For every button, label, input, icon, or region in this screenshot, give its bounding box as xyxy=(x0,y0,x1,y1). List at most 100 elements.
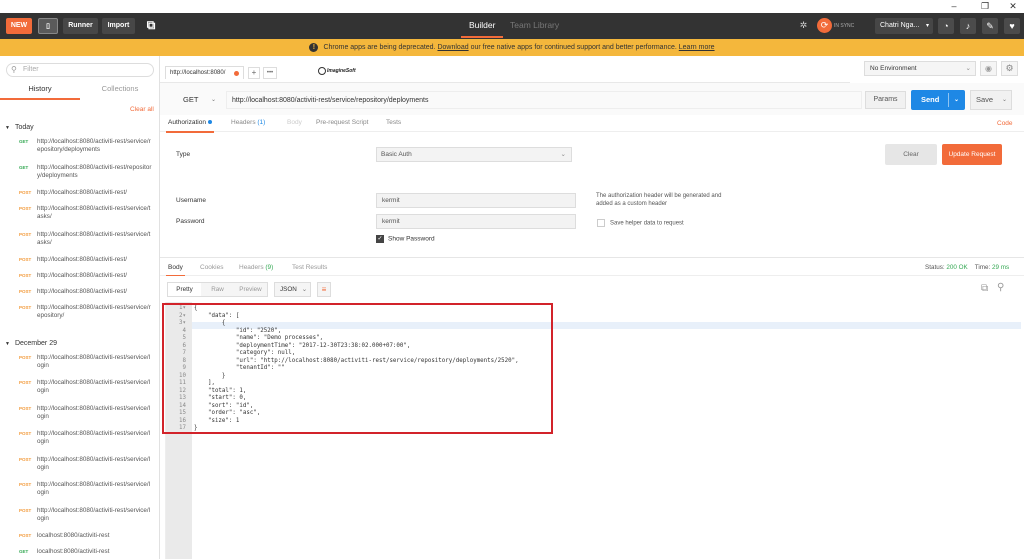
history-url: http://localhost:8080/activiti-rest/serv… xyxy=(37,230,151,246)
auth-type-select[interactable]: Basic Auth ⌄ xyxy=(376,147,572,162)
restore-icon[interactable]: ❐ xyxy=(977,1,993,12)
history-url: http://localhost:8080/activiti-rest/serv… xyxy=(37,205,151,220)
method-badge: POST xyxy=(19,507,32,513)
history-group-label[interactable]: ▼ Today xyxy=(5,124,34,131)
tab-response-headers[interactable]: Headers (9) xyxy=(239,264,273,271)
preview-button[interactable]: Preview xyxy=(234,283,267,296)
code-link[interactable]: Code xyxy=(997,120,1013,127)
method-badge: POST xyxy=(19,273,32,278)
window-title-bar: – ❐ ✕ xyxy=(0,0,1024,13)
save-helper-checkbox[interactable]: Save helper data to request xyxy=(597,219,684,227)
bell-icon[interactable]: ♪ xyxy=(960,18,976,34)
more-tabs-button[interactable]: ••• xyxy=(263,67,277,79)
type-label: Type xyxy=(176,151,191,158)
tab-authorization[interactable]: Authorization xyxy=(166,119,214,133)
method-badge: POST xyxy=(19,533,32,538)
history-url: http://localhost:8080/activiti-rest/ xyxy=(37,189,127,196)
password-label: Password xyxy=(176,218,205,225)
tab-tests[interactable]: Tests xyxy=(386,119,401,126)
username-field[interactable]: kermit xyxy=(376,193,576,208)
method-badge: POST xyxy=(19,305,32,310)
tab-builder[interactable]: Builder xyxy=(460,20,505,38)
download-link[interactable]: Download xyxy=(437,44,468,51)
history-url: http://localhost:8080/activiti-rest/serv… xyxy=(37,481,151,496)
imaginesoft-logo: ImagineSoft xyxy=(318,66,363,77)
banner-text-middle: our free native apps for continued suppo… xyxy=(470,44,677,51)
params-button[interactable]: Params xyxy=(865,91,906,109)
method-badge: POST xyxy=(19,456,32,462)
sync-icon[interactable]: ⟳ xyxy=(817,18,832,33)
copy-icon[interactable]: ⧉ xyxy=(981,283,993,295)
method-badge: GET xyxy=(19,139,29,144)
user-menu[interactable]: Chatri Nga... ▾ xyxy=(875,18,933,34)
tab-cookies[interactable]: Cookies xyxy=(200,264,223,271)
wrap-lines-icon[interactable]: ≡ xyxy=(317,282,331,297)
tab-collections[interactable]: Collections xyxy=(80,84,160,100)
method-badge: POST xyxy=(19,380,32,385)
chevron-down-icon: ⌄ xyxy=(965,65,971,72)
method-badge: POST xyxy=(19,190,32,195)
tab-test-results[interactable]: Test Results xyxy=(292,264,327,271)
response-tabs: Body Cookies Headers (9) Test Results St… xyxy=(160,257,1024,277)
method-badge: POST xyxy=(19,231,32,237)
check-icon: ✓ xyxy=(376,235,384,243)
update-request-button[interactable]: Update Request xyxy=(942,144,1002,165)
new-button[interactable]: NEW xyxy=(6,18,32,34)
import-button[interactable]: Import xyxy=(102,18,135,34)
chevron-down-icon: ⌄ xyxy=(210,97,216,103)
history-url: http://localhost:8080/activiti-rest/serv… xyxy=(37,455,151,471)
send-button[interactable]: Send ⌄ xyxy=(911,90,965,110)
raw-button[interactable]: Raw xyxy=(201,283,234,296)
new-window-icon[interactable]: ⧉ xyxy=(142,18,160,34)
history-url: http://localhost:8080/activiti-rest/repo… xyxy=(37,163,152,179)
history-url: http://localhost:8080/activiti-rest/serv… xyxy=(37,138,151,153)
sidebar-toggle-icon[interactable]: ▯ xyxy=(38,18,58,34)
method-select[interactable]: GET ⌄ xyxy=(170,91,220,109)
username-label: Username xyxy=(176,197,206,204)
save-button[interactable]: Save ⌄ xyxy=(970,90,1012,110)
gear-icon[interactable]: ⚙ xyxy=(1001,61,1018,76)
url-input[interactable]: http://localhost:8080/activiti-rest/serv… xyxy=(226,91,862,109)
tab-body[interactable]: Body xyxy=(287,119,302,126)
filter-input[interactable]: ⚲ Filter xyxy=(6,63,154,77)
show-password-checkbox[interactable]: ✓ Show Password xyxy=(376,235,435,243)
history-url: http://localhost:8080/activiti-rest/ xyxy=(37,256,127,263)
url-bar: GET ⌄ http://localhost:8080/activiti-rest… xyxy=(160,83,1024,115)
new-tab-button[interactable]: + xyxy=(248,67,260,79)
tab-history[interactable]: History xyxy=(0,84,80,100)
request-tabs-bar: http://localhost:8080/ + ••• ImagineSoft xyxy=(160,56,850,83)
clear-button[interactable]: Clear xyxy=(885,144,937,165)
interceptor-icon[interactable]: ✲ xyxy=(796,18,811,33)
tab-headers[interactable]: Headers (1) xyxy=(231,119,265,126)
clear-all-link[interactable]: Clear all xyxy=(130,106,154,113)
method-badge: GET xyxy=(19,549,29,554)
learn-more-link[interactable]: Learn more xyxy=(679,44,715,51)
method-badge: POST xyxy=(19,257,32,262)
pretty-button[interactable]: Pretty xyxy=(168,283,201,296)
tab-pre-request-script[interactable]: Pre-request Script xyxy=(316,119,368,126)
close-icon[interactable]: ✕ xyxy=(1005,1,1021,12)
search-icon[interactable]: ⚲ xyxy=(997,282,1009,294)
search-icon: ⚲ xyxy=(11,65,17,74)
chevron-down-icon: ⌄ xyxy=(953,97,959,103)
request-tab[interactable]: http://localhost:8080/ xyxy=(165,66,244,79)
collapse-icon: ▼ xyxy=(5,125,10,131)
tab-team-library[interactable]: Team Library xyxy=(510,20,559,30)
tab-response-body[interactable]: Body xyxy=(166,264,185,277)
history-url: http://localhost:8080/activiti-rest/serv… xyxy=(37,430,151,445)
format-select[interactable]: JSON ⌄ xyxy=(274,282,311,297)
password-field[interactable]: kermit xyxy=(376,214,576,229)
eye-icon[interactable]: ◉ xyxy=(980,61,997,76)
history-group-label[interactable]: ▼ December 29 xyxy=(5,340,57,347)
heart-icon[interactable]: ♥ xyxy=(1004,18,1020,34)
chevron-down-icon: ⌄ xyxy=(301,286,307,293)
minimize-icon[interactable]: – xyxy=(946,1,962,12)
satellite-icon[interactable]: ◔ xyxy=(938,18,954,34)
wrench-icon[interactable]: ✎ xyxy=(982,18,998,34)
warning-icon: ! xyxy=(309,43,319,52)
history-url: http://localhost:8080/activiti-rest/ xyxy=(37,272,127,279)
environment-select[interactable]: No Environment ⌄ xyxy=(864,61,976,76)
runner-button[interactable]: Runner xyxy=(63,18,98,34)
history-url: localhost:8080/activiti-rest xyxy=(37,548,110,555)
collapse-icon: ▼ xyxy=(5,340,10,347)
